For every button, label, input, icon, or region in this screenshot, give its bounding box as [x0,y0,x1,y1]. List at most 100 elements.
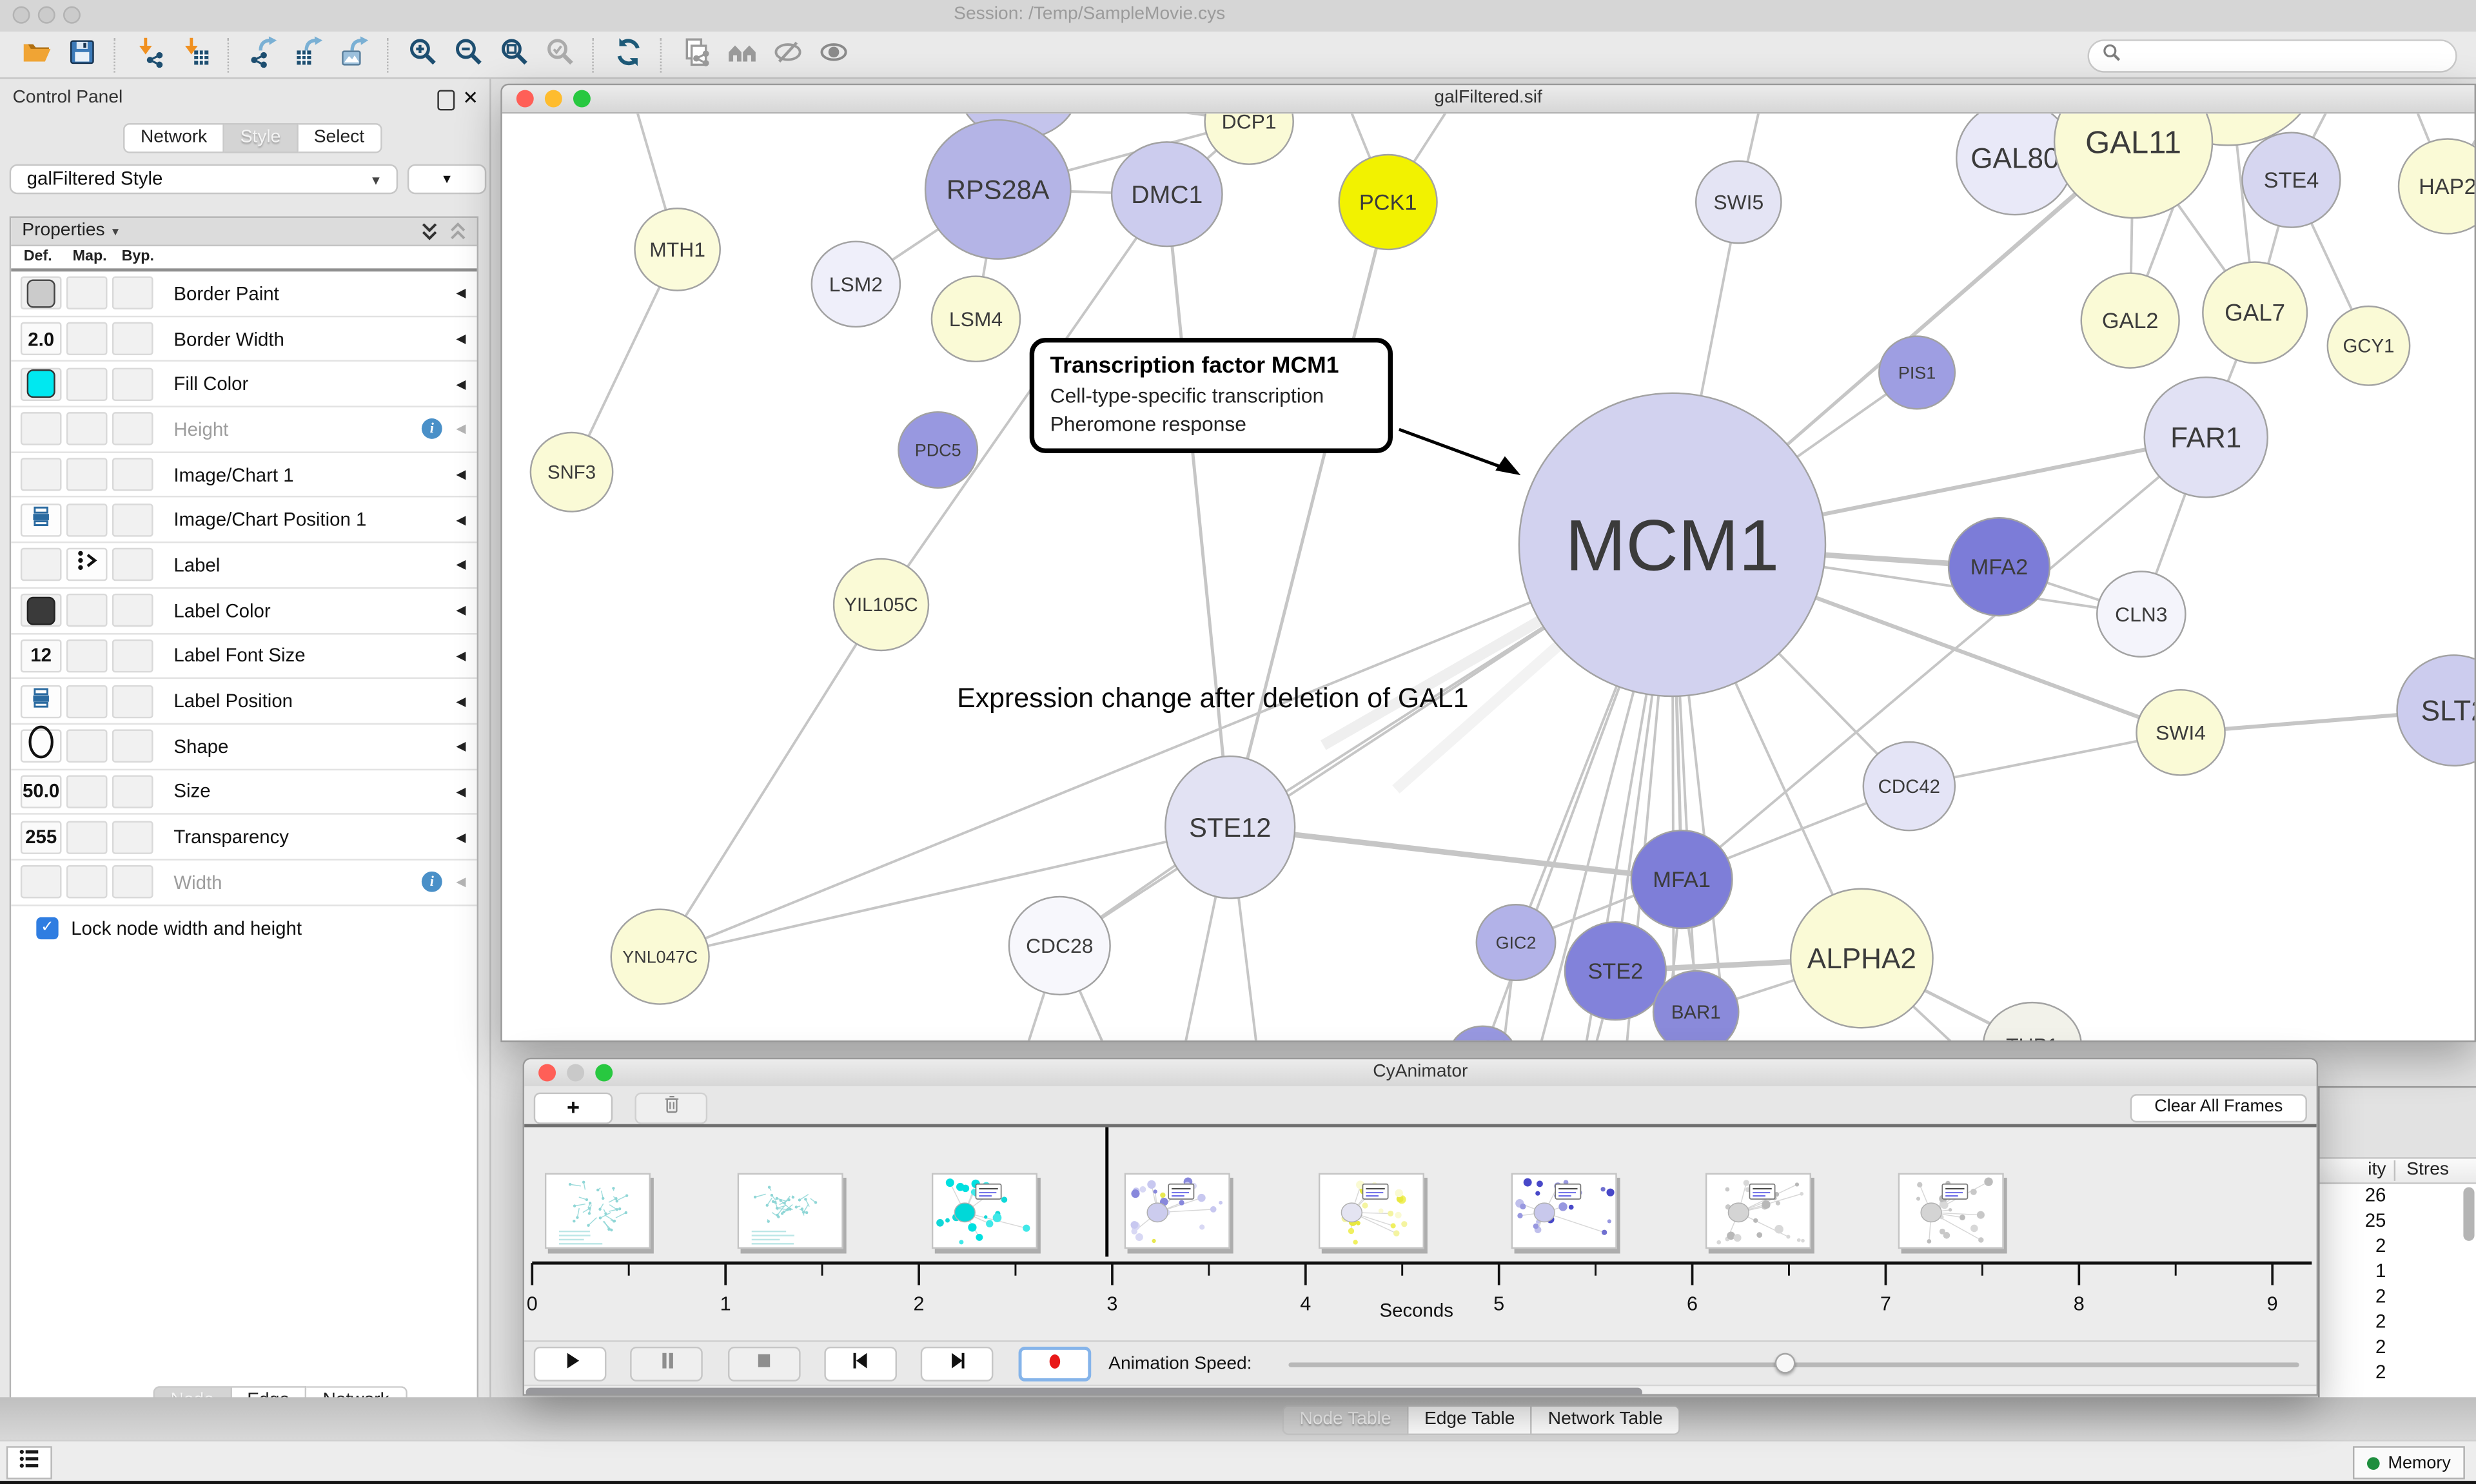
info-icon[interactable]: i [422,872,442,893]
def-cell[interactable] [21,367,62,400]
network-window-titlebar[interactable]: galFiltered.sif [502,85,2475,113]
def-cell[interactable] [21,458,62,491]
network-node-MFA1[interactable]: MFA1 [1631,830,1733,928]
byp-cell[interactable] [112,413,153,445]
open-button[interactable] [14,33,57,75]
network-node-CDC28[interactable]: CDC28 [1009,897,1110,995]
play-button[interactable] [534,1347,607,1381]
table-vertical-scrollbar[interactable] [2463,1187,2474,1389]
def-cell[interactable]: 50.0 [21,775,62,808]
network-node-STE2[interactable]: STE2 [1565,922,1666,1020]
network-edge[interactable] [660,605,881,957]
import-network-button[interactable] [128,33,170,75]
expand-all-icon[interactable] [420,221,438,249]
refresh-button[interactable] [606,33,649,75]
export-image-button[interactable] [333,33,376,75]
def-cell[interactable] [21,866,62,899]
network-node-DMC1[interactable]: DMC1 [1112,142,1222,246]
home-button[interactable] [720,33,763,75]
network-node-GIC2[interactable]: GIC2 [1477,904,1555,981]
duplicate-button[interactable] [674,33,717,75]
expand-property-icon[interactable]: ◀ [456,331,466,346]
export-table-button[interactable] [288,33,330,75]
table-row[interactable]: 25 [2320,1209,2386,1235]
expand-property-icon[interactable]: ◀ [456,286,466,300]
network-node-YNL047C[interactable]: YNL047C [611,910,709,1004]
def-cell[interactable] [21,277,62,309]
expand-property-icon[interactable]: ◀ [456,422,466,436]
map-cell[interactable] [66,685,108,718]
search-input[interactable] [2122,45,2455,67]
network-edge[interactable] [660,545,1673,957]
expand-property-icon[interactable]: ◀ [456,603,466,618]
tab-node-table[interactable]: Node Table [1282,1405,1409,1436]
map-cell[interactable] [66,277,108,309]
record-button[interactable] [1017,1347,1090,1381]
byp-cell[interactable] [112,549,153,581]
map-cell[interactable] [66,549,108,581]
byp-cell[interactable] [112,594,153,627]
task-history-button[interactable] [6,1446,52,1479]
zoom-window-icon[interactable] [63,6,81,24]
save-button[interactable] [60,33,103,75]
eye-off-button[interactable] [766,33,809,75]
property-row-image-chart-1[interactable]: Image/Chart 1◀ [11,453,477,498]
frame-thumbnail-8[interactable] [1898,1173,2004,1249]
table-row[interactable]: 26 [2320,1184,2386,1209]
network-node-BAR1[interactable]: BAR1 [1653,971,1738,1042]
close-window-icon[interactable] [13,6,30,24]
network-node-ALPHA2[interactable]: ALPHA2 [1791,889,1932,1028]
def-cell[interactable] [21,685,62,718]
expand-property-icon[interactable]: ◀ [456,558,466,572]
property-row-height[interactable]: Heighti◀ [11,407,477,453]
network-edge[interactable] [1230,202,1388,827]
lock-checkbox[interactable]: ✓ [36,917,58,939]
zoom-out-button[interactable] [447,33,489,75]
property-row-shape[interactable]: Shape◀ [11,725,477,770]
memory-button[interactable]: Memory [2353,1446,2465,1479]
def-cell[interactable] [21,730,62,763]
map-cell[interactable] [66,866,108,899]
skip-end-button[interactable] [921,1347,994,1381]
map-cell[interactable] [66,367,108,400]
collapse-all-icon[interactable] [449,221,467,249]
delete-frame-button[interactable] [634,1093,707,1124]
window-traffic-lights[interactable] [13,6,81,24]
zoom-in-button[interactable] [401,33,444,75]
byp-cell[interactable] [112,277,153,309]
expand-property-icon[interactable]: ◀ [456,513,466,527]
network-node-HAP2[interactable]: HAP2 [2399,139,2476,234]
network-node-PCK1[interactable]: PCK1 [1339,155,1437,249]
byp-cell[interactable] [112,866,153,899]
timeline-horizontal-scrollbar[interactable] [524,1385,2317,1396]
tab-style[interactable]: Style [224,123,298,153]
property-row-label[interactable]: Label◀ [11,543,477,589]
table-column-ity[interactable]: ity [2320,1160,2386,1179]
stop-button[interactable] [727,1347,800,1381]
skip-start-button[interactable] [824,1347,897,1381]
import-table-button[interactable] [173,33,216,75]
def-cell[interactable]: 2.0 [21,322,62,355]
network-node-LSM2[interactable]: LSM2 [812,242,900,327]
property-row-transparency[interactable]: 255Transparency◀ [11,815,477,860]
map-cell[interactable] [66,639,108,672]
property-row-border-width[interactable]: 2.0Border Width◀ [11,317,477,362]
network-node-GCY1[interactable]: GCY1 [2328,306,2410,385]
byp-cell[interactable] [112,820,153,853]
property-row-label-color[interactable]: Label Color◀ [11,589,477,634]
network-node-SWI5[interactable]: SWI5 [1696,161,1781,243]
frame-thumbnail-4[interactable] [1125,1173,1231,1249]
eye-button[interactable] [812,33,854,75]
byp-cell[interactable] [112,503,153,536]
table-row[interactable]: 2 [2320,1235,2386,1260]
network-node-SNF3[interactable]: SNF3 [531,433,613,511]
frame-thumbnail-7[interactable] [1705,1173,1811,1249]
map-cell[interactable] [66,820,108,853]
network-canvas[interactable]: DCP1RPS28ADMC1PCK1MTH1LSM2SWI5GAL80GAL11… [502,113,2476,1042]
map-cell[interactable] [66,458,108,491]
table-row[interactable]: 1 [2320,1260,2386,1285]
expand-property-icon[interactable]: ◀ [456,830,466,844]
table-row[interactable]: 2 [2320,1311,2386,1336]
network-edge[interactable] [1167,194,1230,827]
property-row-border-paint[interactable]: Border Paint◀ [11,271,477,317]
